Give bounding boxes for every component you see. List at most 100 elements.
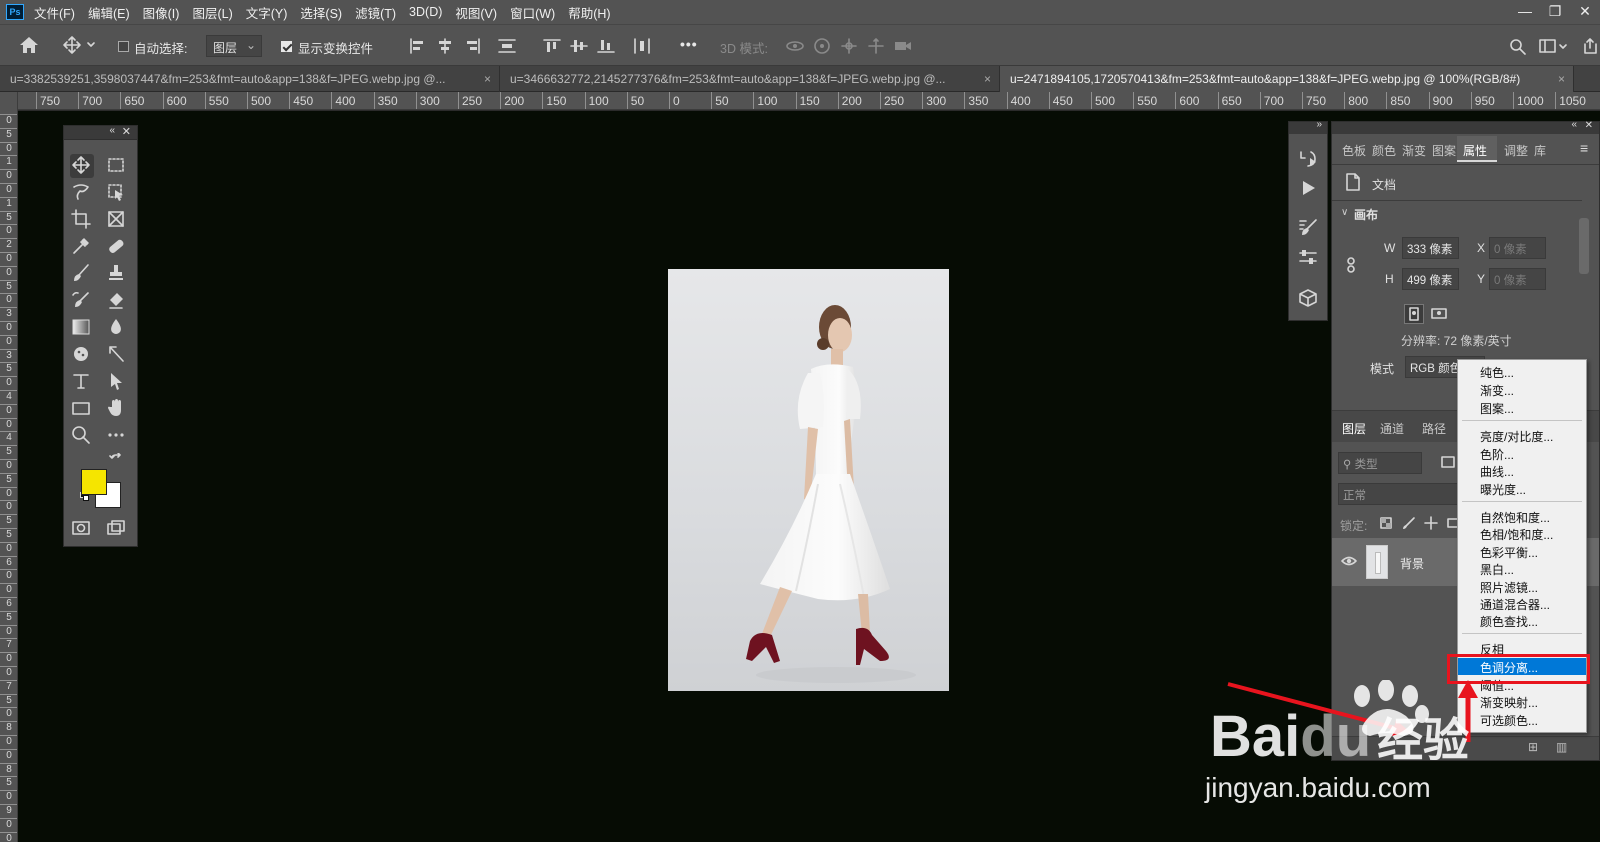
menu-item-levels[interactable]: 色阶... — [1458, 445, 1586, 462]
3d-slide-icon[interactable] — [866, 37, 886, 55]
menu-help[interactable]: 帮助(H) — [568, 3, 610, 22]
adjustments-sliders-icon[interactable] — [1297, 247, 1319, 269]
blur-tool-icon[interactable] — [105, 316, 129, 340]
tab-libraries[interactable]: 库 — [1534, 142, 1546, 159]
tab-close-icon[interactable]: × — [984, 72, 991, 86]
rectangle-tool-icon[interactable] — [70, 397, 94, 421]
height-field[interactable]: 499 像素 — [1402, 268, 1459, 290]
share-icon[interactable] — [1580, 37, 1600, 55]
document-image[interactable] — [668, 269, 949, 691]
frame-tool-icon[interactable] — [105, 208, 129, 232]
restore-icon[interactable]: ❐ — [1540, 0, 1570, 24]
menu-item-color-lookup[interactable]: 颜色查找... — [1458, 612, 1586, 629]
tab-adjustments[interactable]: 调整 — [1504, 142, 1528, 159]
layer-name[interactable]: 背景 — [1400, 555, 1424, 572]
tools-panel-header[interactable]: ✕ « — [64, 125, 137, 140]
align-bottom-icon[interactable] — [596, 37, 616, 55]
tab-channels[interactable]: 通道 — [1380, 420, 1404, 437]
menu-item-pattern[interactable]: 图案... — [1458, 399, 1586, 416]
menu-layer[interactable]: 图层(L) — [192, 3, 232, 22]
distribute-icon[interactable] — [497, 37, 517, 55]
align-right-icon[interactable] — [462, 37, 482, 55]
menu-item-solid-color[interactable]: 纯色... — [1458, 363, 1586, 380]
menu-type[interactable]: 文字(Y) — [246, 3, 288, 22]
brush-tool-icon[interactable] — [70, 262, 94, 286]
object-select-tool-icon[interactable] — [105, 181, 129, 205]
tab-close-icon[interactable]: × — [484, 72, 491, 86]
tab-patterns[interactable]: 图案 — [1432, 142, 1456, 159]
quick-mask-icon[interactable] — [70, 517, 94, 541]
menu-item-vibrance[interactable]: 自然饱和度... — [1458, 508, 1586, 525]
menu-filter[interactable]: 滤镜(T) — [355, 3, 396, 22]
sponge-tool-icon[interactable] — [70, 343, 94, 367]
close-icon[interactable]: ✕ — [1570, 0, 1600, 24]
type-tool-icon[interactable] — [70, 370, 94, 394]
gradient-tool-icon[interactable] — [70, 316, 94, 340]
actions-play-icon[interactable] — [1297, 177, 1319, 199]
visibility-eye-icon[interactable] — [1341, 554, 1357, 568]
menu-view[interactable]: 视图(V) — [455, 3, 497, 22]
search-icon[interactable] — [1508, 37, 1528, 55]
tab-gradients[interactable]: 渐变 — [1402, 142, 1426, 159]
history-panel-icon[interactable] — [1297, 148, 1319, 170]
document-tab-1[interactable]: u=3382539251,3598037447&fm=253&fmt=auto&… — [0, 66, 500, 92]
3d-pan-icon[interactable] — [839, 37, 859, 55]
distribute-vertical-icon[interactable] — [632, 37, 652, 55]
eraser-tool-icon[interactable] — [105, 289, 129, 313]
lasso-tool-icon[interactable] — [70, 181, 94, 205]
collapse-chevron-icon[interactable]: ∨ — [1341, 207, 1348, 218]
path-select-tool-icon[interactable] — [105, 370, 129, 394]
panel-menu-icon[interactable]: ≡ — [1580, 140, 1588, 156]
filter-image-icon[interactable] — [1440, 454, 1456, 470]
healing-brush-tool-icon[interactable] — [105, 235, 129, 259]
properties-scrollbar[interactable] — [1579, 218, 1589, 274]
menu-item-color-balance[interactable]: 色彩平衡... — [1458, 543, 1586, 560]
workspace-icon[interactable] — [1538, 37, 1567, 55]
menu-select[interactable]: 选择(S) — [300, 3, 342, 22]
tab-close-icon[interactable]: × — [1558, 72, 1565, 86]
menu-item-photo-filter[interactable]: 照片滤镜... — [1458, 578, 1586, 595]
move-tool-icon[interactable] — [62, 35, 96, 55]
move-tool-icon[interactable] — [70, 154, 94, 178]
marquee-tool-icon[interactable] — [105, 154, 129, 178]
auto-select-dropdown[interactable]: 图层 ⌄ — [206, 35, 262, 57]
home-icon[interactable] — [18, 35, 40, 55]
3d-panel-icon[interactable] — [1297, 287, 1319, 309]
document-tab-active[interactable]: u=2471894105,1720570413&fm=253&fmt=auto&… — [1000, 66, 1574, 92]
more-tools-icon[interactable] — [105, 424, 129, 448]
menu-edit[interactable]: 编辑(E) — [88, 3, 130, 22]
more-options-button[interactable]: ••• — [680, 36, 698, 52]
3d-orbit-icon[interactable] — [785, 37, 805, 55]
lock-transparent-icon[interactable] — [1379, 516, 1393, 530]
hand-tool-icon[interactable] — [105, 397, 129, 421]
tab-layers[interactable]: 图层 — [1342, 420, 1366, 437]
show-transform-checkbox[interactable] — [281, 41, 292, 52]
lock-position-icon[interactable] — [1424, 516, 1438, 530]
menu-item-black-white[interactable]: 黑白... — [1458, 560, 1586, 577]
menu-item-hue-saturation[interactable]: 色相/饱和度... — [1458, 525, 1586, 542]
tab-color[interactable]: 颜色 — [1372, 142, 1396, 159]
y-field[interactable]: 0 像素 — [1489, 268, 1546, 290]
menu-item-curves[interactable]: 曲线... — [1458, 462, 1586, 479]
align-center-icon[interactable] — [435, 37, 455, 55]
3d-camera-icon[interactable] — [893, 37, 913, 55]
pen-tool-icon[interactable] — [105, 343, 129, 367]
menu-item-brightness-contrast[interactable]: 亮度/对比度... — [1458, 427, 1586, 444]
brush-settings-icon[interactable] — [1297, 217, 1319, 239]
blend-mode-dropdown[interactable]: 正常 — [1338, 483, 1458, 505]
layer-filter-field[interactable]: ⚲ 类型 — [1338, 452, 1422, 474]
link-dimensions-icon[interactable] — [1344, 256, 1358, 274]
tab-properties[interactable]: 属性 — [1463, 142, 1487, 159]
tab-swatches[interactable]: 色板 — [1342, 142, 1366, 159]
crop-tool-icon[interactable] — [70, 208, 94, 232]
eyedropper-tool-icon[interactable] — [70, 235, 94, 259]
screen-mode-icon[interactable] — [105, 517, 129, 541]
align-middle-icon[interactable] — [569, 37, 589, 55]
stamp-tool-icon[interactable] — [105, 262, 129, 286]
foreground-color-swatch[interactable] — [81, 469, 107, 495]
tab-paths[interactable]: 路径 — [1422, 420, 1446, 437]
width-field[interactable]: 333 像素 — [1402, 237, 1459, 259]
menu-file[interactable]: 文件(F) — [34, 3, 75, 22]
menu-item-gradient[interactable]: 渐变... — [1458, 381, 1586, 398]
align-top-icon[interactable] — [542, 37, 562, 55]
